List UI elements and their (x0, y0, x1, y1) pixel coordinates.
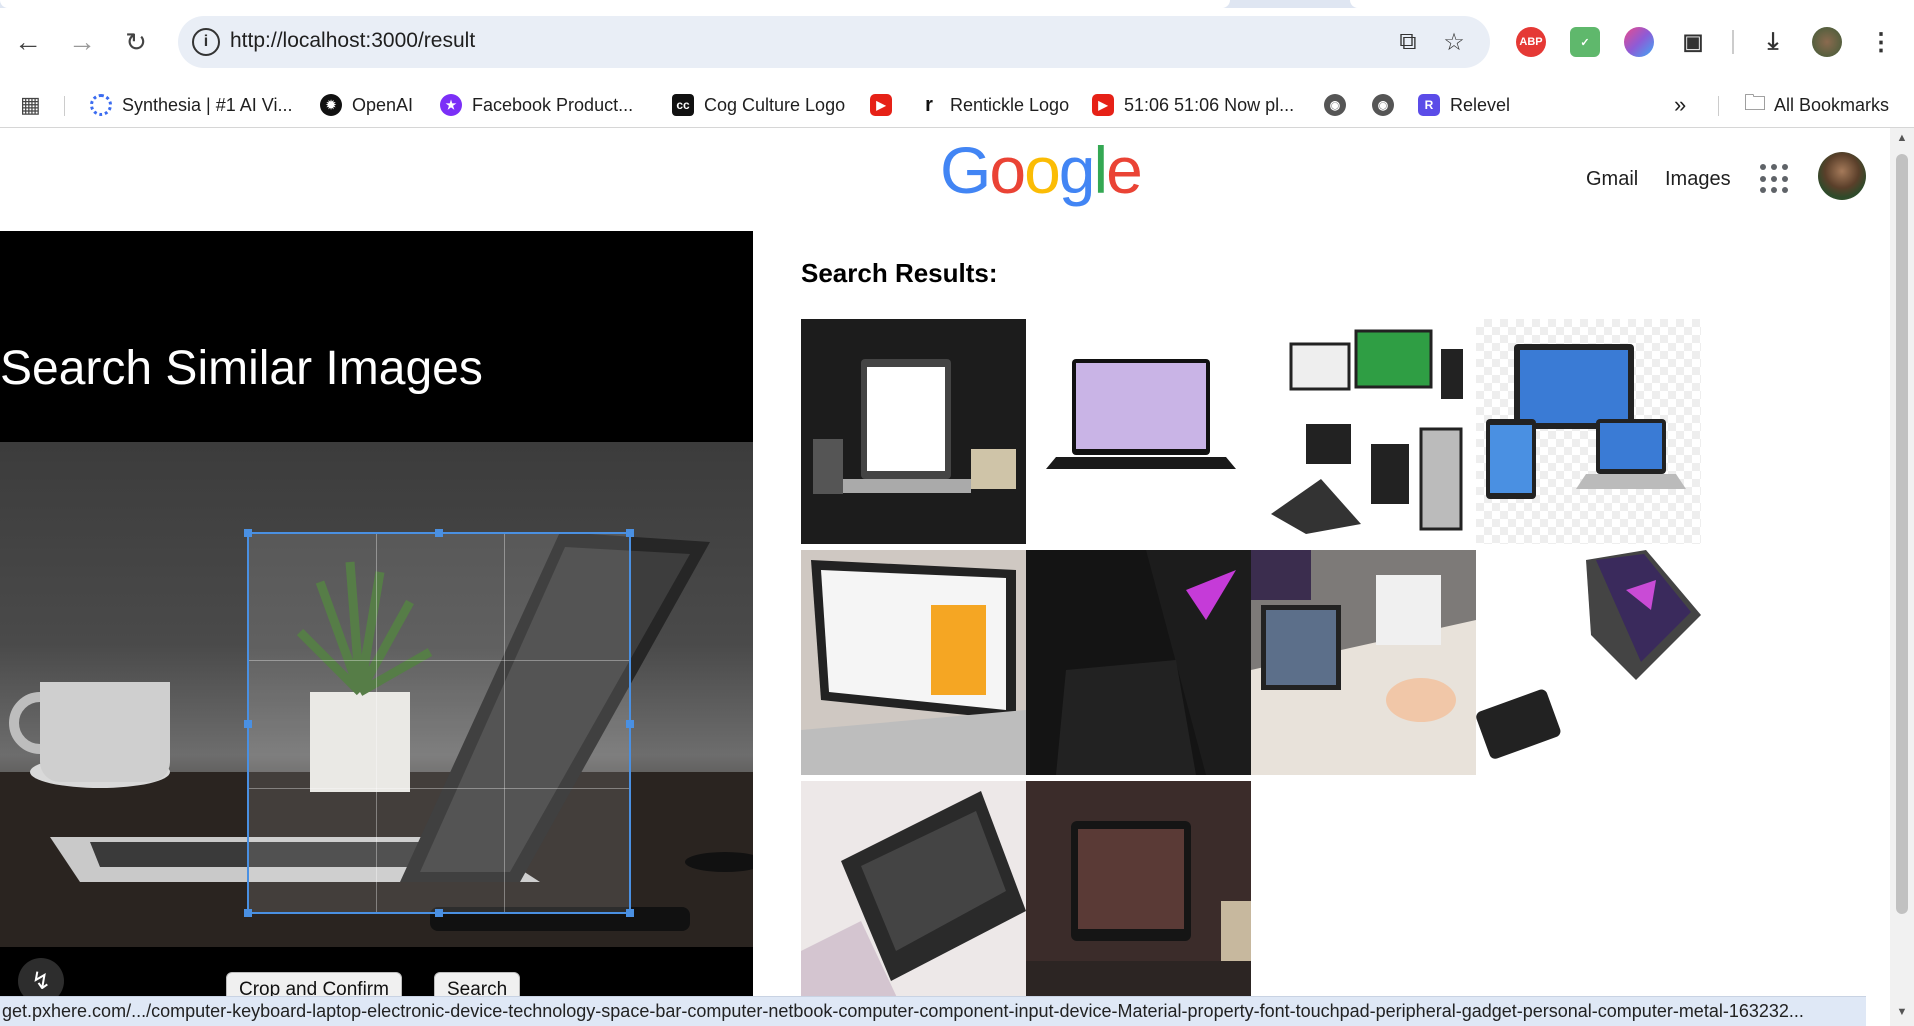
r-icon: r (918, 94, 940, 116)
logo-letter: g (1058, 133, 1096, 207)
more-bookmarks-icon[interactable]: » (1674, 90, 1686, 120)
menu-kebab-icon[interactable]: ⋮ (1866, 27, 1896, 57)
crop-handle-ne[interactable] (626, 529, 634, 537)
site-info-icon[interactable]: i (192, 28, 220, 56)
scroll-thumb[interactable] (1896, 154, 1908, 914)
bookmark-star-icon[interactable]: ☆ (1440, 28, 1468, 56)
folder-icon: 🗀 (1744, 90, 1767, 115)
result-image[interactable] (1476, 550, 1701, 775)
youtube-icon: ▶ (1092, 94, 1114, 116)
puzzle-icon[interactable]: ▣ (1678, 27, 1708, 57)
result-image[interactable] (801, 319, 1026, 544)
mail-ext-icon[interactable]: ✓ (1570, 27, 1600, 57)
account-avatar[interactable] (1818, 152, 1866, 200)
bookmark-youtube-2[interactable]: ▶ 51:06 51:06 Now pl... (1092, 90, 1294, 120)
crop-handle-nw[interactable] (244, 529, 252, 537)
toolbar-divider (1732, 30, 1734, 54)
gmail-link[interactable]: Gmail (1586, 168, 1638, 191)
bookmark-globe-1[interactable]: ◉ (1324, 90, 1356, 120)
crop-handle-s[interactable] (435, 909, 443, 917)
all-bookmarks-folder[interactable]: 🗀 All Bookmarks (1744, 90, 1889, 120)
result-image[interactable] (1026, 781, 1251, 998)
images-link[interactable]: Images (1665, 168, 1731, 191)
crop-handle-sw[interactable] (244, 909, 252, 917)
globe-icon: ◉ (1324, 94, 1346, 116)
page-scrollbar[interactable]: ▲ ▼ (1890, 128, 1914, 1026)
google-apps-icon[interactable] (1760, 164, 1790, 194)
panel-title: Search Similar Images (0, 342, 483, 395)
logo-letter: o (1024, 133, 1061, 207)
synthesia-icon (90, 94, 112, 116)
youtube-icon: ▶ (870, 94, 892, 116)
forward-icon[interactable]: → (62, 22, 102, 62)
browser-toolbar: ← → ↻ i http://localhost:3000/result ⧉ ☆… (0, 0, 1914, 82)
address-bar[interactable]: i http://localhost:3000/result ⧉ ☆ (178, 16, 1490, 68)
download-icon[interactable]: ⤓ (1758, 27, 1788, 57)
result-image[interactable] (1026, 550, 1251, 775)
bookmark-synthesia[interactable]: Synthesia | #1 AI Vi... (90, 90, 292, 120)
cc-icon: cc (672, 94, 694, 116)
logo-letter: e (1106, 133, 1143, 207)
apps-grid-icon[interactable]: ▦ (20, 90, 41, 120)
logo-letter: G (940, 133, 991, 207)
result-image[interactable] (1476, 319, 1701, 544)
crop-selection[interactable] (244, 529, 634, 917)
globe-icon: ◉ (1372, 94, 1394, 116)
result-image[interactable] (1026, 319, 1251, 544)
results-title: Search Results: (801, 258, 998, 288)
openai-icon: ✹ (320, 94, 342, 116)
bookmark-globe-2[interactable]: ◉ (1372, 90, 1404, 120)
bolt-icon[interactable]: ↯ (18, 958, 64, 998)
brain-ext-icon[interactable] (1624, 27, 1654, 57)
scroll-up-icon[interactable]: ▲ (1896, 132, 1908, 146)
status-bar: get.pxhere.com/.../computer-keyboard-lap… (0, 996, 1866, 1026)
profile-avatar[interactable] (1812, 27, 1842, 57)
logo-letter: o (989, 133, 1026, 207)
crop-handle-w[interactable] (244, 720, 252, 728)
relevel-icon: R (1418, 94, 1440, 116)
bookmark-facebook-product[interactable]: ★ Facebook Product... (440, 90, 633, 120)
bookmarks-bar: ▦ Synthesia | #1 AI Vi... ✹ OpenAI ★ Faceb… (0, 82, 1914, 128)
crop-handle-n[interactable] (435, 529, 443, 537)
google-logo[interactable]: Google (940, 132, 1143, 208)
reload-icon[interactable]: ↻ (116, 22, 156, 62)
search-button[interactable]: Search (434, 972, 521, 998)
result-image[interactable] (801, 550, 1026, 775)
tab-strip (0, 0, 1914, 8)
bookmark-openai[interactable]: ✹ OpenAI (320, 90, 413, 120)
bookmark-relevel[interactable]: R Relevel (1418, 90, 1510, 120)
scroll-down-icon[interactable]: ▼ (1896, 1006, 1908, 1020)
url-text[interactable]: http://localhost:3000/result (230, 29, 475, 53)
back-icon[interactable]: ← (8, 22, 48, 62)
result-image[interactable] (1251, 550, 1476, 775)
bookmark-renticle[interactable]: r Renticklе Logo (918, 90, 1069, 120)
adblock-icon[interactable]: ABP (1516, 27, 1546, 57)
facebook-icon: ★ (440, 94, 462, 116)
bookmark-cog-culture[interactable]: cc Cog Culture Logo (672, 90, 845, 120)
result-image[interactable] (1251, 319, 1476, 544)
bookmark-youtube-1[interactable]: ▶ (870, 90, 902, 120)
crop-confirm-button[interactable]: Crop and Confirm (226, 972, 402, 998)
open-in-new-icon[interactable]: ⧉ (1394, 28, 1422, 56)
crop-handle-e[interactable] (626, 720, 634, 728)
crop-handle-se[interactable] (626, 909, 634, 917)
page-content: Google Gmail Images Search Similar Image… (0, 128, 1890, 998)
result-image[interactable] (801, 781, 1026, 998)
logo-letter: l (1093, 133, 1109, 207)
